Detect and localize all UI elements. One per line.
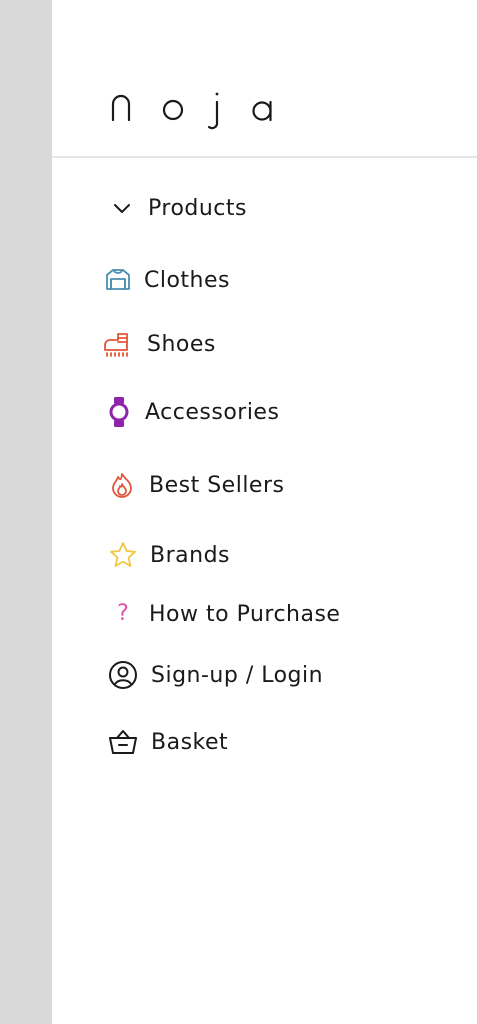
menu-item-sign-up-login[interactable]: Sign-up / Login — [52, 653, 477, 697]
menu-item-accessories[interactable]: Accessories — [52, 390, 477, 434]
menu-item-how-to-purchase[interactable]: ? How to Purchase — [52, 592, 477, 636]
menu-item-clothes-label: Clothes — [144, 267, 230, 293]
watch-icon — [103, 396, 135, 428]
menu-item-products[interactable]: Products — [52, 186, 477, 230]
boot-icon — [102, 328, 134, 360]
menu-item-shoes[interactable]: Shoes — [52, 322, 477, 366]
menu-item-products-label: Products — [148, 195, 247, 221]
menu-item-sign-up-login-label: Sign-up / Login — [151, 662, 324, 688]
sweater-icon — [102, 264, 134, 296]
brand-logo — [111, 92, 272, 130]
star-icon — [107, 539, 139, 571]
menu-item-best-sellers-label: Best Sellers — [149, 472, 285, 498]
flame-icon — [106, 469, 138, 501]
menu-item-brands-label: Brands — [150, 542, 230, 568]
menu-item-shoes-label: Shoes — [147, 331, 216, 357]
backdrop-overlay[interactable] — [0, 0, 52, 1024]
menu-item-best-sellers[interactable]: Best Sellers — [52, 463, 477, 507]
menu-item-brands[interactable]: Brands — [52, 533, 477, 577]
chevron-down-icon — [106, 192, 138, 224]
basket-icon — [107, 726, 139, 758]
menu-item-clothes[interactable]: Clothes — [52, 258, 477, 302]
menu-item-accessories-label: Accessories — [145, 399, 280, 425]
navigation-drawer: Products Clothes Shoes Accessories Best … — [52, 0, 477, 1024]
question-icon: ? — [117, 601, 129, 626]
user-circle-icon — [107, 659, 139, 691]
header-divider — [52, 156, 477, 158]
menu-item-how-to-purchase-label: How to Purchase — [149, 601, 341, 627]
menu-item-basket[interactable]: Basket — [52, 720, 477, 764]
menu-item-basket-label: Basket — [151, 729, 229, 755]
app-screen: Products Clothes Shoes Accessories Best … — [0, 0, 477, 1024]
